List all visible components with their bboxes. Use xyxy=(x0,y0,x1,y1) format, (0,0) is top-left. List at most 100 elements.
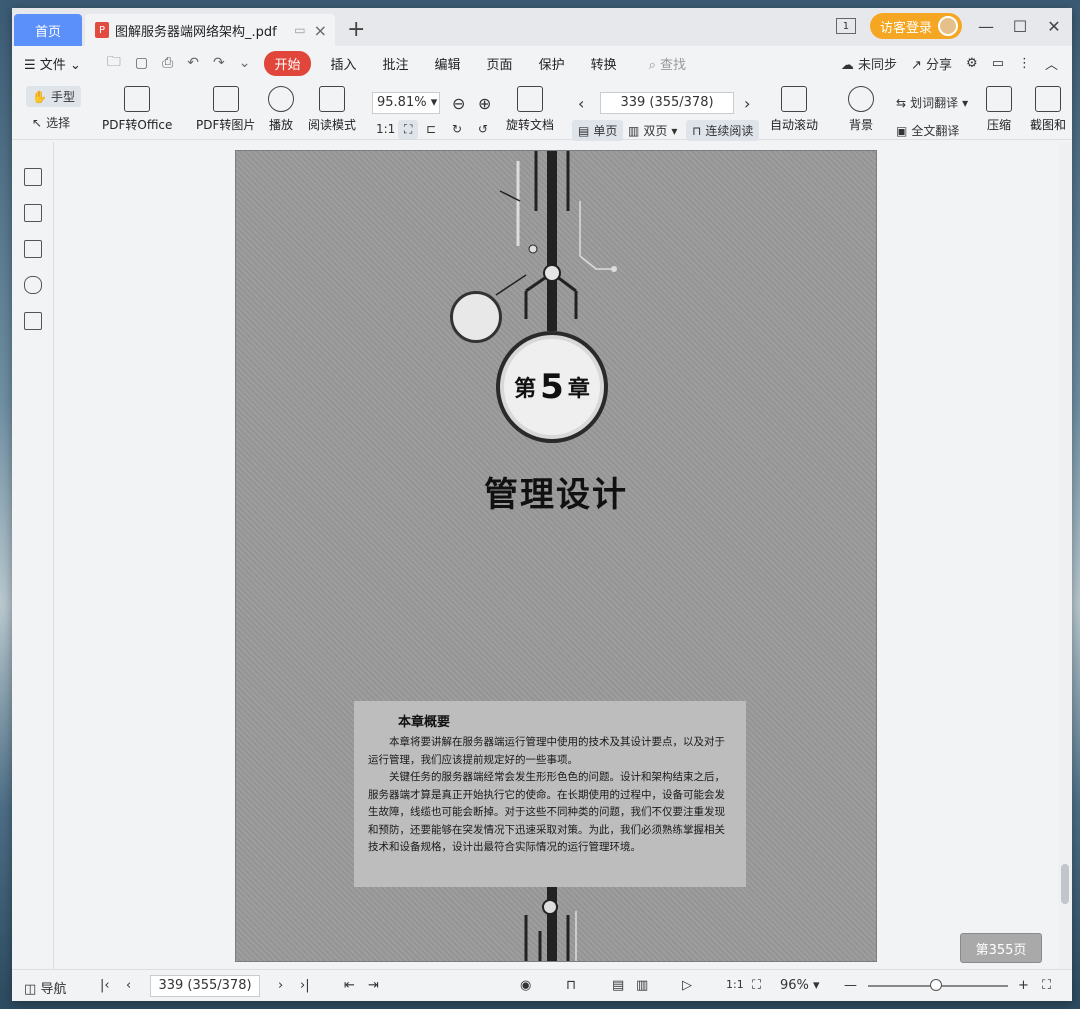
continuous-read-button[interactable]: ⊓ 连续阅读 xyxy=(686,120,760,141)
print-icon[interactable]: ⎙ xyxy=(162,55,173,71)
zoom-select[interactable]: 95.81% ▾ xyxy=(372,92,440,114)
select-tool-button[interactable]: ↖ 选择 xyxy=(32,114,70,131)
close-window-icon[interactable]: ✕ xyxy=(1044,17,1064,36)
attachment-icon[interactable] xyxy=(24,276,42,294)
collapse-ribbon-icon[interactable]: ︿ xyxy=(1045,54,1058,73)
zoom-slider[interactable] xyxy=(868,979,1008,991)
new-tab-button[interactable]: + xyxy=(347,17,365,42)
compress-button[interactable]: 压缩 xyxy=(986,86,1012,133)
menu-tab-start[interactable]: 开始 xyxy=(264,50,311,76)
signature-icon[interactable] xyxy=(24,312,42,330)
status-zoom-in-icon[interactable]: + xyxy=(1018,978,1029,993)
share-label: 分享 xyxy=(926,57,953,73)
guest-login-button[interactable]: 访客登录 xyxy=(869,13,962,39)
screenshot-button[interactable]: 截图和 xyxy=(1030,86,1066,133)
zoom-in-icon[interactable]: ⊕ xyxy=(478,94,491,113)
document-view[interactable]: 第 5 章 管理设计 本章概要 本章将要讲解在服务器端运行管理中使用的技术及其设… xyxy=(55,142,1058,969)
status-actual-size-icon[interactable]: 1:1 xyxy=(726,978,744,991)
read-mode-button[interactable]: 阅读模式 xyxy=(308,86,356,133)
scrollbar-thumb[interactable] xyxy=(1061,864,1069,904)
share-button[interactable]: ↗ 分享 xyxy=(911,54,952,73)
actual-size-icon[interactable]: 1:1 xyxy=(376,122,395,136)
redo-icon[interactable]: ↷ xyxy=(213,55,225,71)
close-tab-icon[interactable]: × xyxy=(314,21,327,40)
first-page-icon[interactable]: |‹ xyxy=(100,978,110,993)
status-zoom-select[interactable]: 96% ▾ xyxy=(780,978,820,993)
status-double-page-icon[interactable]: ▥ xyxy=(636,978,648,993)
status-continuous-icon[interactable]: ⊓ xyxy=(566,978,576,993)
tab-home[interactable]: 首页 xyxy=(14,14,82,46)
search-box[interactable]: ⌕ 查找 xyxy=(649,54,686,73)
auto-scroll-icon xyxy=(781,86,807,112)
status-fit-page-icon[interactable]: ⛶ xyxy=(752,978,761,993)
sync-status[interactable]: ☁ 未同步 xyxy=(841,54,897,73)
fit-page-icon[interactable]: ⛶ xyxy=(398,120,419,139)
title-bar: 首页 P 图解服务器端网络架构_.pdf ▭ × + 1 访客登录 — ☐ ✕ xyxy=(12,8,1072,46)
forward-icon[interactable]: ⇥ xyxy=(368,978,379,993)
zoom-out-icon[interactable]: ⊖ xyxy=(452,94,465,113)
status-zoom-out-icon[interactable]: — xyxy=(844,978,857,993)
image-icon[interactable] xyxy=(24,204,42,222)
play-icon xyxy=(268,86,294,112)
hand-tool-button[interactable]: ✋ 手型 xyxy=(26,86,81,107)
bookmark-icon[interactable] xyxy=(24,168,42,186)
eye-protect-icon[interactable]: ◉ xyxy=(520,978,531,993)
last-page-icon[interactable]: ›| xyxy=(300,978,310,993)
comment-panel-icon[interactable] xyxy=(24,240,42,258)
status-next-page-icon[interactable]: › xyxy=(278,978,283,993)
rotate-left-icon[interactable]: ↺ xyxy=(478,122,488,136)
auto-scroll-label: 自动滚动 xyxy=(770,118,819,132)
pdf-to-office-button[interactable]: PDF转Office xyxy=(102,86,172,133)
rotate-doc-label: 旋转文档 xyxy=(506,118,555,132)
auto-scroll-button[interactable]: 自动滚动 xyxy=(770,86,818,133)
pin-icon[interactable]: ▭ xyxy=(294,23,305,37)
background-button[interactable]: 背景 xyxy=(848,86,874,133)
open-folder-icon[interactable]: 🗀 xyxy=(107,51,121,75)
screenshot-icon xyxy=(1035,86,1061,112)
zoom-slider-knob[interactable] xyxy=(930,979,942,991)
next-page-icon[interactable]: › xyxy=(744,94,750,113)
rotate-doc-button[interactable]: 旋转文档 xyxy=(506,86,554,133)
undo-icon[interactable]: ↶ xyxy=(187,55,199,71)
word-translate-label: 划词翻译 xyxy=(910,96,959,110)
settings-icon[interactable]: ⚙ xyxy=(966,56,978,71)
magnifier-icon xyxy=(450,291,502,343)
compress-label: 压缩 xyxy=(986,118,1011,132)
fit-width-icon[interactable]: ⊏ xyxy=(426,122,436,136)
back-icon[interactable]: ⇤ xyxy=(344,978,355,993)
pdf-to-image-button[interactable]: PDF转图片 xyxy=(196,86,255,133)
word-translate-button[interactable]: ⇆ 划词翻译 ▾ xyxy=(896,94,968,111)
page-number-input[interactable]: 339 (355/378) xyxy=(600,92,734,114)
menu-tab-page[interactable]: 页面 xyxy=(487,54,513,73)
status-page-input[interactable]: 339 (355/378) xyxy=(150,975,260,997)
tab-document[interactable]: P 图解服务器端网络架构_.pdf ▭ × xyxy=(85,14,335,46)
left-sidebar xyxy=(12,142,54,969)
menu-tab-protect[interactable]: 保护 xyxy=(539,54,565,73)
status-prev-page-icon[interactable]: ‹ xyxy=(126,978,131,993)
window-count-icon[interactable]: 1 xyxy=(835,18,856,34)
rotate-right-icon[interactable]: ↻ xyxy=(452,122,462,136)
menu-tab-insert[interactable]: 插入 xyxy=(331,54,357,73)
menu-tab-edit[interactable]: 编辑 xyxy=(435,54,461,73)
comment-icon[interactable]: ▭ xyxy=(992,56,1004,71)
vertical-scrollbar[interactable] xyxy=(1058,142,1072,969)
maximize-icon[interactable]: ☐ xyxy=(1010,17,1030,36)
menu-tab-convert[interactable]: 转换 xyxy=(591,54,617,73)
status-zoom-value: 96% xyxy=(780,978,809,993)
file-menu[interactable]: ☰ 文件 ⌄ xyxy=(24,54,81,73)
nav-button[interactable]: ◫ 导航 xyxy=(24,978,66,997)
status-single-page-icon[interactable]: ▤ xyxy=(612,978,624,993)
double-page-button[interactable]: ▥ 双页 ▾ xyxy=(628,122,677,139)
save-icon[interactable]: ▢ xyxy=(135,55,148,71)
more-dropdown-icon[interactable]: ⌄ xyxy=(239,55,251,71)
more-options-icon[interactable]: ⋮ xyxy=(1018,56,1031,71)
status-play-icon[interactable]: ▷ xyxy=(682,978,692,993)
minimize-icon[interactable]: — xyxy=(976,17,996,36)
full-translate-button[interactable]: ▣ 全文翻译 xyxy=(896,122,959,139)
background-label: 背景 xyxy=(848,118,873,132)
play-button[interactable]: 播放 xyxy=(268,86,294,133)
prev-page-icon[interactable]: ‹ xyxy=(578,94,584,113)
fullscreen-icon[interactable]: ⛶ xyxy=(1042,978,1051,993)
menu-tab-annotate[interactable]: 批注 xyxy=(383,54,409,73)
single-page-button[interactable]: ▤ 单页 xyxy=(572,120,624,141)
